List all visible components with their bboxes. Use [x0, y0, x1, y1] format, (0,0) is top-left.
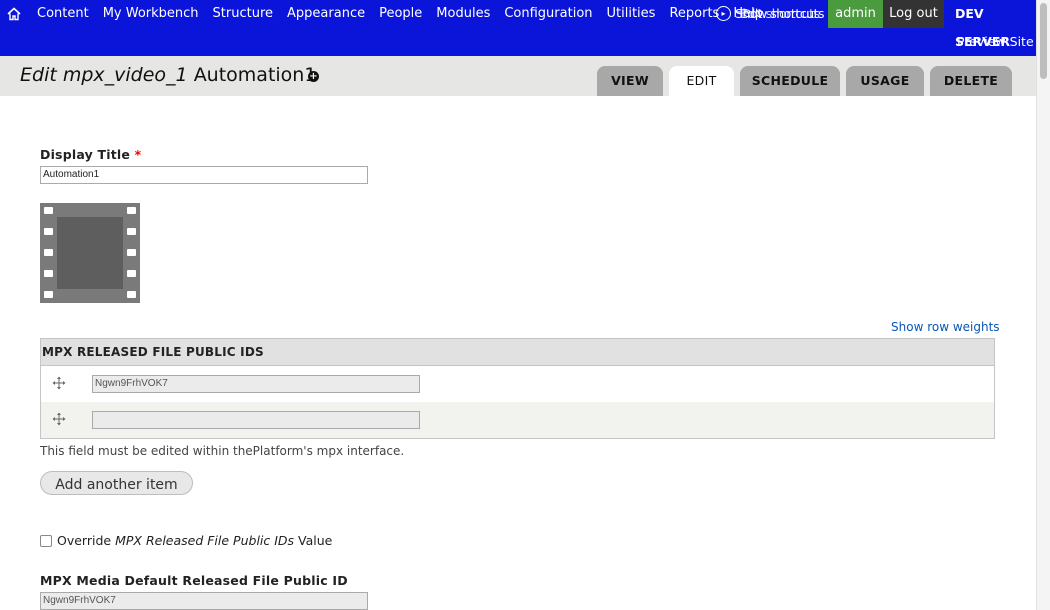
- environment-label: DEV SERVER: [955, 6, 1011, 49]
- default-released-file-input[interactable]: Ngwn9FrhVOK7: [40, 592, 368, 610]
- table-row: [41, 402, 994, 438]
- default-released-file-label: MPX Media Default Released File Public I…: [40, 573, 348, 588]
- released-file-id-input[interactable]: [92, 411, 420, 429]
- tab-view[interactable]: VIEW: [597, 66, 663, 96]
- override-option: Override MPX Released File Public IDs Va…: [40, 533, 332, 548]
- menu-item-modules[interactable]: Modules: [436, 6, 490, 22]
- display-title-label: Display Title *: [40, 147, 142, 162]
- override-label-field: MPX Released File Public IDs: [115, 533, 295, 548]
- home-icon[interactable]: [6, 6, 22, 22]
- preview-site-link[interactable]: Preview Site: [957, 34, 1034, 49]
- drag-handle-icon[interactable]: [52, 376, 66, 390]
- table-header: MPX RELEASED FILE PUBLIC IDS: [41, 339, 994, 366]
- show-row-weights-link[interactable]: Show row weights: [891, 320, 1000, 334]
- page-title: Edit mpx_video_1 Automation1: [20, 64, 316, 86]
- tab-delete[interactable]: DELETE: [930, 66, 1012, 96]
- drag-handle-icon[interactable]: [52, 412, 66, 426]
- page-scrollbar[interactable]: [1036, 0, 1050, 610]
- menu-item-reports[interactable]: Reports: [669, 6, 719, 22]
- menu-item-structure[interactable]: Structure: [213, 6, 273, 22]
- required-marker: *: [134, 147, 142, 162]
- menu-item-appearance[interactable]: Appearance: [287, 6, 365, 22]
- logout-button[interactable]: Log out: [883, 0, 944, 28]
- tab-schedule[interactable]: SCHEDULE: [740, 66, 840, 96]
- page-title-name: Automation1: [193, 64, 317, 86]
- shortcuts-toggle[interactable]: ▸ Show shortcuts Edit shortcuts: [716, 6, 825, 21]
- chevron-right-icon: ▸: [716, 6, 731, 21]
- edit-shortcuts-label[interactable]: Edit shortcuts: [740, 6, 820, 21]
- admin-toolbar: Content My Workbench Structure Appearanc…: [0, 0, 1036, 56]
- menu-item-people[interactable]: People: [379, 6, 422, 22]
- page-title-prefix: Edit mpx_video_1: [20, 64, 188, 86]
- menu-item-utilities[interactable]: Utilities: [607, 6, 656, 22]
- table-header-label: MPX RELEASED FILE PUBLIC IDS: [42, 345, 264, 359]
- user-account-button[interactable]: admin: [828, 0, 883, 28]
- add-shortcut-icon[interactable]: +: [308, 71, 319, 82]
- field-description: This field must be edited within thePlat…: [40, 444, 405, 458]
- add-another-item-button[interactable]: Add another item: [40, 471, 193, 495]
- menu-item-content[interactable]: Content: [37, 6, 89, 22]
- display-title-input[interactable]: Automation1: [40, 166, 368, 184]
- override-label-suffix: Value: [298, 533, 333, 548]
- admin-menu: Content My Workbench Structure Appearanc…: [37, 6, 777, 22]
- menu-item-configuration[interactable]: Configuration: [504, 6, 592, 22]
- override-checkbox[interactable]: [40, 534, 52, 547]
- override-label-prefix: Override: [57, 533, 112, 548]
- released-file-ids-table: MPX RELEASED FILE PUBLIC IDS Ngwn9FrhVOK…: [40, 338, 995, 439]
- page-header: Edit mpx_video_1 Automation1 + VIEW EDIT…: [0, 56, 1036, 96]
- tab-edit[interactable]: EDIT: [669, 66, 734, 96]
- released-file-id-input[interactable]: Ngwn9FrhVOK7: [92, 375, 420, 393]
- menu-item-my-workbench[interactable]: My Workbench: [103, 6, 199, 22]
- table-row: Ngwn9FrhVOK7: [41, 366, 994, 402]
- film-icon: [40, 203, 140, 303]
- tab-usage[interactable]: USAGE: [846, 66, 924, 96]
- scrollbar-thumb[interactable]: [1040, 3, 1047, 79]
